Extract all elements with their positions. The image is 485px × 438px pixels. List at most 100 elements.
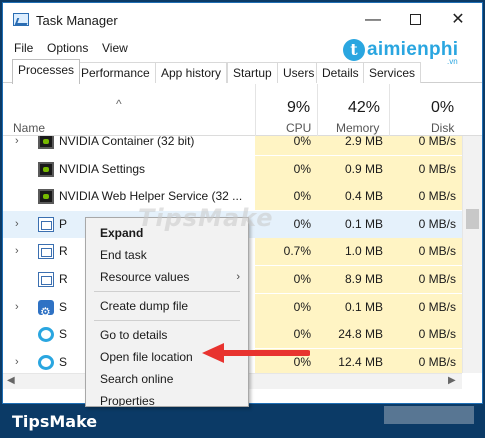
process-disk: 0 MB/s	[389, 136, 462, 155]
process-name: NVIDIA Container (32 bit)	[59, 136, 195, 148]
process-cpu: 0.7%	[255, 238, 317, 266]
menu-item-create-dump-file[interactable]: Create dump file	[86, 295, 248, 317]
process-disk: 0 MB/s	[389, 348, 462, 373]
menu-item-properties[interactable]: Properties	[86, 390, 248, 407]
submenu-chevron-icon: ›	[236, 271, 240, 283]
process-disk: 0 MB/s	[389, 183, 462, 211]
process-disk: 0 MB/s	[389, 266, 462, 293]
menu-item-label: Open file location	[100, 350, 193, 364]
tab-users[interactable]: Users	[277, 62, 321, 83]
expand-chevron-icon[interactable]: ›	[15, 294, 19, 321]
menu-item-search-online[interactable]: Search online	[86, 368, 248, 390]
process-disk: 0 MB/s	[389, 321, 462, 349]
process-memory: 1.0 MB	[317, 238, 389, 266]
menu-item-label: End task	[100, 248, 147, 262]
process-cpu: 0%	[255, 155, 317, 183]
nvidia-icon	[38, 136, 54, 149]
process-name: R	[59, 244, 68, 259]
menu-item-label: Create dump file	[100, 299, 189, 313]
expand-chevron-icon[interactable]: ›	[15, 136, 19, 155]
menu-separator	[94, 291, 240, 292]
context-menu: Expand End task Resource values › Create dum…	[85, 217, 249, 407]
tab-processes[interactable]: Processes	[12, 59, 81, 84]
column-divider[interactable]	[317, 84, 318, 136]
red-arrow-annotation	[202, 343, 310, 363]
process-name: S	[59, 327, 68, 342]
process-name: S	[59, 354, 68, 369]
tab-performance[interactable]: Performance	[75, 62, 156, 83]
scroll-left-icon[interactable]: ◀	[7, 375, 15, 386]
cpu-total: 9%	[287, 99, 311, 116]
menu-item-label: Properties	[100, 394, 155, 407]
footer-placeholder	[384, 406, 474, 424]
disk-total: 0%	[431, 99, 455, 116]
menu-item-label: Resource values	[100, 270, 190, 284]
tab-strip: Processes Performance App history Startu…	[3, 59, 482, 84]
expand-chevron-icon[interactable]: ›	[15, 211, 19, 238]
footer-banner: TipsMake	[0, 404, 485, 438]
process-name: NVIDIA Settings	[59, 161, 146, 176]
nvidia-icon	[38, 161, 54, 177]
window-icon	[38, 216, 54, 232]
menu-bar: File Options View	[3, 37, 482, 59]
menu-separator	[94, 320, 240, 321]
process-name: S	[59, 299, 68, 314]
process-memory: 0.9 MB	[317, 155, 389, 183]
menu-item-resource-values[interactable]: Resource values ›	[86, 266, 248, 288]
scroll-right-icon[interactable]: ▶	[448, 375, 456, 386]
menu-options[interactable]: Options	[47, 41, 88, 55]
process-memory: 2.9 MB	[317, 136, 389, 155]
process-cpu: 0%	[255, 293, 317, 321]
menu-item-label: Go to details	[100, 328, 168, 342]
vertical-scroll-thumb[interactable]	[466, 209, 479, 229]
process-disk: 0 MB/s	[389, 155, 462, 183]
column-name-header[interactable]: Name	[13, 121, 45, 135]
nvidia-icon	[38, 189, 54, 205]
menu-view[interactable]: View	[102, 41, 128, 55]
sort-indicator[interactable]: ^	[116, 97, 122, 111]
menu-item-end-task[interactable]: End task	[86, 244, 248, 266]
maximize-button[interactable]	[403, 9, 427, 31]
column-header: ^ Name 9% CPU 42% Memory 0% Disk	[3, 84, 482, 136]
process-memory: 24.8 MB	[317, 321, 389, 349]
task-manager-icon	[13, 13, 29, 26]
process-row[interactable]: › NVIDIA Container (32 bit) 0% 2.9 MB 0 MB/s	[3, 136, 462, 155]
process-disk: 0 MB/s	[389, 210, 462, 238]
memory-total: 42%	[348, 99, 381, 116]
title-bar: Task Manager — ✕	[3, 3, 482, 37]
footer-brand: TipsMake	[12, 412, 98, 431]
tab-services[interactable]: Services	[363, 62, 422, 83]
vertical-scrollbar[interactable]	[462, 136, 482, 373]
expand-chevron-icon[interactable]: ›	[15, 349, 19, 373]
window-icon	[38, 244, 54, 260]
watermark-text: TipsMake	[138, 204, 274, 232]
ring-icon	[38, 327, 54, 343]
expand-chevron-icon[interactable]: ›	[15, 238, 19, 265]
column-memory-header[interactable]: Memory	[336, 121, 379, 135]
maximize-icon	[409, 14, 421, 25]
process-name-cell[interactable]: NVIDIA Settings	[3, 156, 255, 183]
column-divider[interactable]	[389, 84, 390, 136]
process-name-cell[interactable]: › NVIDIA Container (32 bit)	[3, 136, 255, 155]
column-disk-header[interactable]: Disk	[431, 121, 454, 135]
process-memory: 0.4 MB	[317, 183, 389, 211]
window-icon	[38, 272, 54, 287]
column-divider[interactable]	[255, 84, 256, 136]
process-row[interactable]: NVIDIA Settings 0% 0.9 MB 0 MB/s	[3, 155, 462, 183]
process-memory: 0.1 MB	[317, 293, 389, 321]
process-disk: 0 MB/s	[389, 238, 462, 266]
window-title: Task Manager	[36, 13, 118, 28]
tab-startup[interactable]: Startup	[227, 62, 278, 83]
menu-item-label: Expand	[100, 226, 144, 240]
process-memory: 8.9 MB	[317, 266, 389, 293]
column-cpu-header[interactable]: CPU	[286, 121, 311, 135]
close-button[interactable]: ✕	[446, 9, 470, 31]
process-name: R	[59, 272, 68, 286]
ring-icon	[38, 354, 54, 370]
tab-app-history[interactable]: App history	[155, 62, 228, 83]
process-cpu: 0%	[255, 266, 317, 293]
menu-file[interactable]: File	[14, 41, 33, 55]
tab-details[interactable]: Details	[316, 62, 365, 83]
minimize-button[interactable]: —	[361, 9, 385, 31]
process-memory: 12.4 MB	[317, 348, 389, 373]
